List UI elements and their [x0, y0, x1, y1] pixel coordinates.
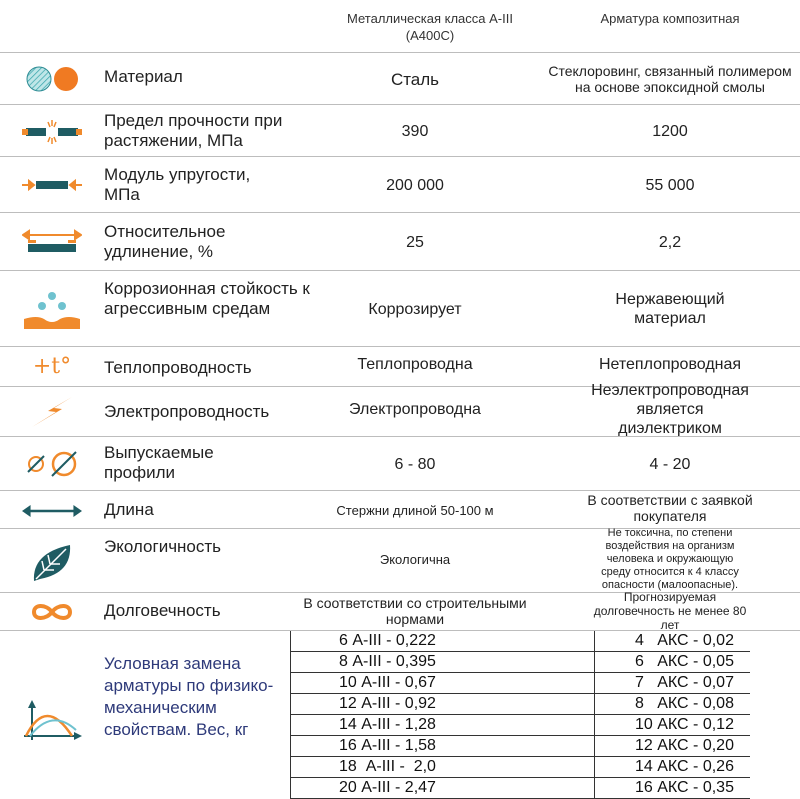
composite-weight-cell: 8 АКС - 0,08: [594, 693, 750, 715]
row-label: Относительное удлинение, %: [104, 222, 226, 261]
steel-value: 200 000: [386, 176, 444, 194]
composite-weight-cell: 7 АКС - 0,07: [594, 672, 750, 694]
steel-weight-cell: 12 А-III - 0,92: [290, 693, 595, 715]
steel-value: Сталь: [390, 69, 440, 89]
composite-weight-cell: 12 АКС - 0,20: [594, 735, 750, 757]
rebar-stretch-icon: [22, 226, 82, 258]
steel-value: 390: [401, 122, 429, 140]
steel-value: 25: [406, 233, 424, 251]
table-row: 6 А-III - 0,222 4 АКС - 0,02: [290, 631, 750, 652]
row-label: Материал: [104, 67, 183, 86]
row-tensile-strength: Предел прочности при растяжении, МПа 390…: [0, 104, 800, 157]
steel-weight-cell: 16 А-III - 1,58: [290, 735, 595, 757]
header-steel: Металлическая класса А-III (А400С): [347, 11, 513, 43]
material-circles-icon: [22, 61, 82, 97]
row-elastic-modulus: Модуль упругости, МПа 200 000 55 000: [0, 156, 800, 213]
composite-value: 1200: [652, 122, 688, 140]
steel-weight-cell: 14 А-III - 1,28: [290, 714, 595, 736]
replacement-label: Условная замена арматуры по физико-механ…: [104, 654, 274, 739]
header-composite: Арматура композитная: [600, 11, 740, 26]
infinity-icon: [22, 599, 82, 625]
double-arrow-icon: [22, 497, 82, 525]
composite-weight-cell: 14 АКС - 0,26: [594, 756, 750, 778]
row-material: Материал Сталь Стеклоровинг, связанный п…: [0, 52, 800, 105]
row-label: Электропроводность: [104, 402, 270, 421]
table-row: 16 А-III - 1,58 12 АКС - 0,20: [290, 735, 750, 757]
composite-value: 4 - 20: [649, 455, 691, 473]
diameter-icon: [22, 447, 82, 481]
row-label: Теплопроводность: [104, 358, 252, 377]
table-row: 10 А-III - 0,67 7 АКС - 0,07: [290, 672, 750, 694]
composite-value: Нержавеющий материал: [615, 291, 725, 327]
row-label: Длина: [104, 500, 154, 519]
row-label: Долговечность: [104, 601, 221, 620]
composite-value: В соответствии с заявкой покупателя: [587, 492, 753, 524]
steel-weight-cell: 20 А-III - 2,47: [290, 777, 595, 799]
composite-value: 55 000: [645, 176, 695, 194]
row-label: Выпускаемые профили: [104, 443, 214, 482]
steel-weight-cell: 8 А-III - 0,395: [290, 651, 595, 673]
steel-weight-cell: 10 А-III - 0,67: [290, 672, 595, 694]
steel-value: Экологична: [379, 551, 451, 567]
composite-value: Прогнозируемая долговечность не менее 80…: [593, 590, 747, 632]
composite-value: Стеклоровинг, связанный полимером на осн…: [548, 63, 792, 95]
composite-value: 2,2: [658, 233, 682, 251]
steel-value: Стержни длиной 50-100 м: [336, 502, 494, 518]
row-ecology: Экологичность Экологична Не токсична, по…: [0, 526, 800, 593]
leaf-icon: [22, 543, 82, 583]
row-label: Модуль упругости, МПа: [104, 165, 251, 204]
composite-value: Не токсична, по степени воздействия на о…: [601, 526, 739, 591]
load-curve-icon: [22, 700, 82, 744]
composite-weight-cell: 10 АКС - 0,12: [594, 714, 750, 736]
table-row: 18 А-III - 2,0 14 АКС - 0,26: [290, 756, 750, 778]
row-electrical: Электропроводность Электропроводна Неэле…: [0, 381, 800, 437]
steel-value: 6 - 80: [394, 455, 436, 473]
row-length: Длина Стержни длиной 50-100 м В соответс…: [0, 490, 800, 529]
composite-weight-cell: 16 АКС - 0,35: [594, 777, 750, 799]
lightning-icon: [22, 395, 82, 429]
row-elongation: Относительное удлинение, % 25 2,2: [0, 212, 800, 271]
composite-value: Неэлектропроводная является диэлектриком: [591, 381, 749, 437]
composite-value: Нетеплопроводная: [598, 355, 742, 373]
row-label: Экологичность: [104, 537, 222, 556]
row-label: Предел прочности при растяжении, МПа: [104, 111, 283, 150]
temperature-icon: +t°: [32, 353, 72, 379]
row-durability: Долговечность В соответствии со строител…: [0, 590, 800, 632]
rebar-break-icon: [22, 115, 82, 147]
steel-value: В соответствии со строительными нормами: [303, 595, 527, 627]
replacement-table: 6 А-III - 0,222 4 АКС - 0,02 8 А-III - 0,3…: [290, 631, 750, 799]
table-row: 20 А-III - 2,47 16 АКС - 0,35: [290, 777, 750, 799]
drops-icon: [22, 289, 82, 329]
table-row: 8 А-III - 0,395 6 АКС - 0,05: [290, 651, 750, 673]
table-row: 12 А-III - 0,92 8 АКС - 0,08: [290, 693, 750, 715]
row-profiles: Выпускаемые профили 6 - 80 4 - 20: [0, 436, 800, 491]
composite-weight-cell: 6 АКС - 0,05: [594, 651, 750, 673]
steel-value: Теплопроводна: [357, 355, 473, 373]
composite-weight-cell: 4 АКС - 0,02: [594, 631, 750, 652]
steel-weight-cell: 6 А-III - 0,222: [290, 631, 595, 652]
row-corrosion: Коррозионная стойкость к агрессивным сре…: [0, 270, 800, 347]
steel-value: Коррозирует: [368, 300, 462, 318]
steel-weight-cell: 18 А-III - 2,0: [290, 756, 595, 778]
steel-value: Электропроводна: [349, 400, 481, 418]
table-row: 14 А-III - 1,28 10 АКС - 0,12: [290, 714, 750, 736]
rebar-compress-icon: [22, 169, 82, 201]
